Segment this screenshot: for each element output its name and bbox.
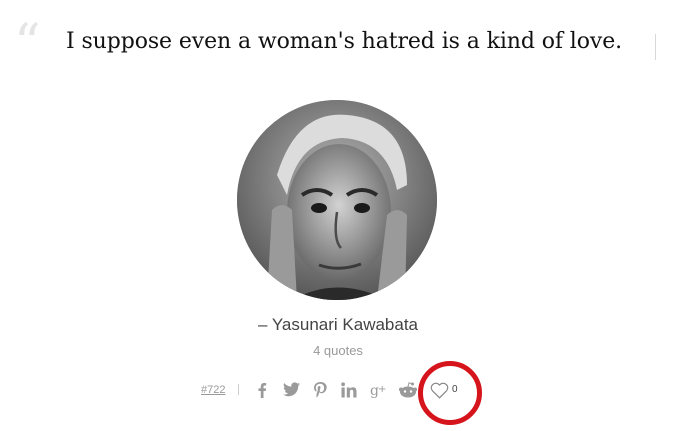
twitter-icon[interactable] <box>283 378 300 402</box>
quote-mark-icon: “ <box>14 14 41 74</box>
heart-icon <box>430 382 449 399</box>
author-name[interactable]: – Yasunari Kawabata <box>0 313 676 337</box>
like-button[interactable]: 0 <box>430 378 458 402</box>
linkedin-icon[interactable] <box>341 378 357 402</box>
author-quote-count[interactable]: 4 quotes <box>0 341 676 361</box>
google-plus-icon[interactable]: g + <box>370 378 387 402</box>
quote-text: I suppose even a woman's hatred is a kin… <box>66 29 623 54</box>
svg-text:+: + <box>378 384 386 395</box>
quote-id-link[interactable]: #722 <box>201 378 225 402</box>
meta-separator <box>238 384 239 395</box>
quote-meta-row: #722 g + 0 <box>0 378 687 402</box>
like-count: 0 <box>452 384 458 395</box>
pinterest-icon[interactable] <box>314 378 327 402</box>
author-avatar[interactable] <box>237 100 437 300</box>
reddit-icon[interactable] <box>398 378 418 402</box>
text-cursor <box>655 34 656 60</box>
facebook-icon[interactable] <box>257 378 267 402</box>
